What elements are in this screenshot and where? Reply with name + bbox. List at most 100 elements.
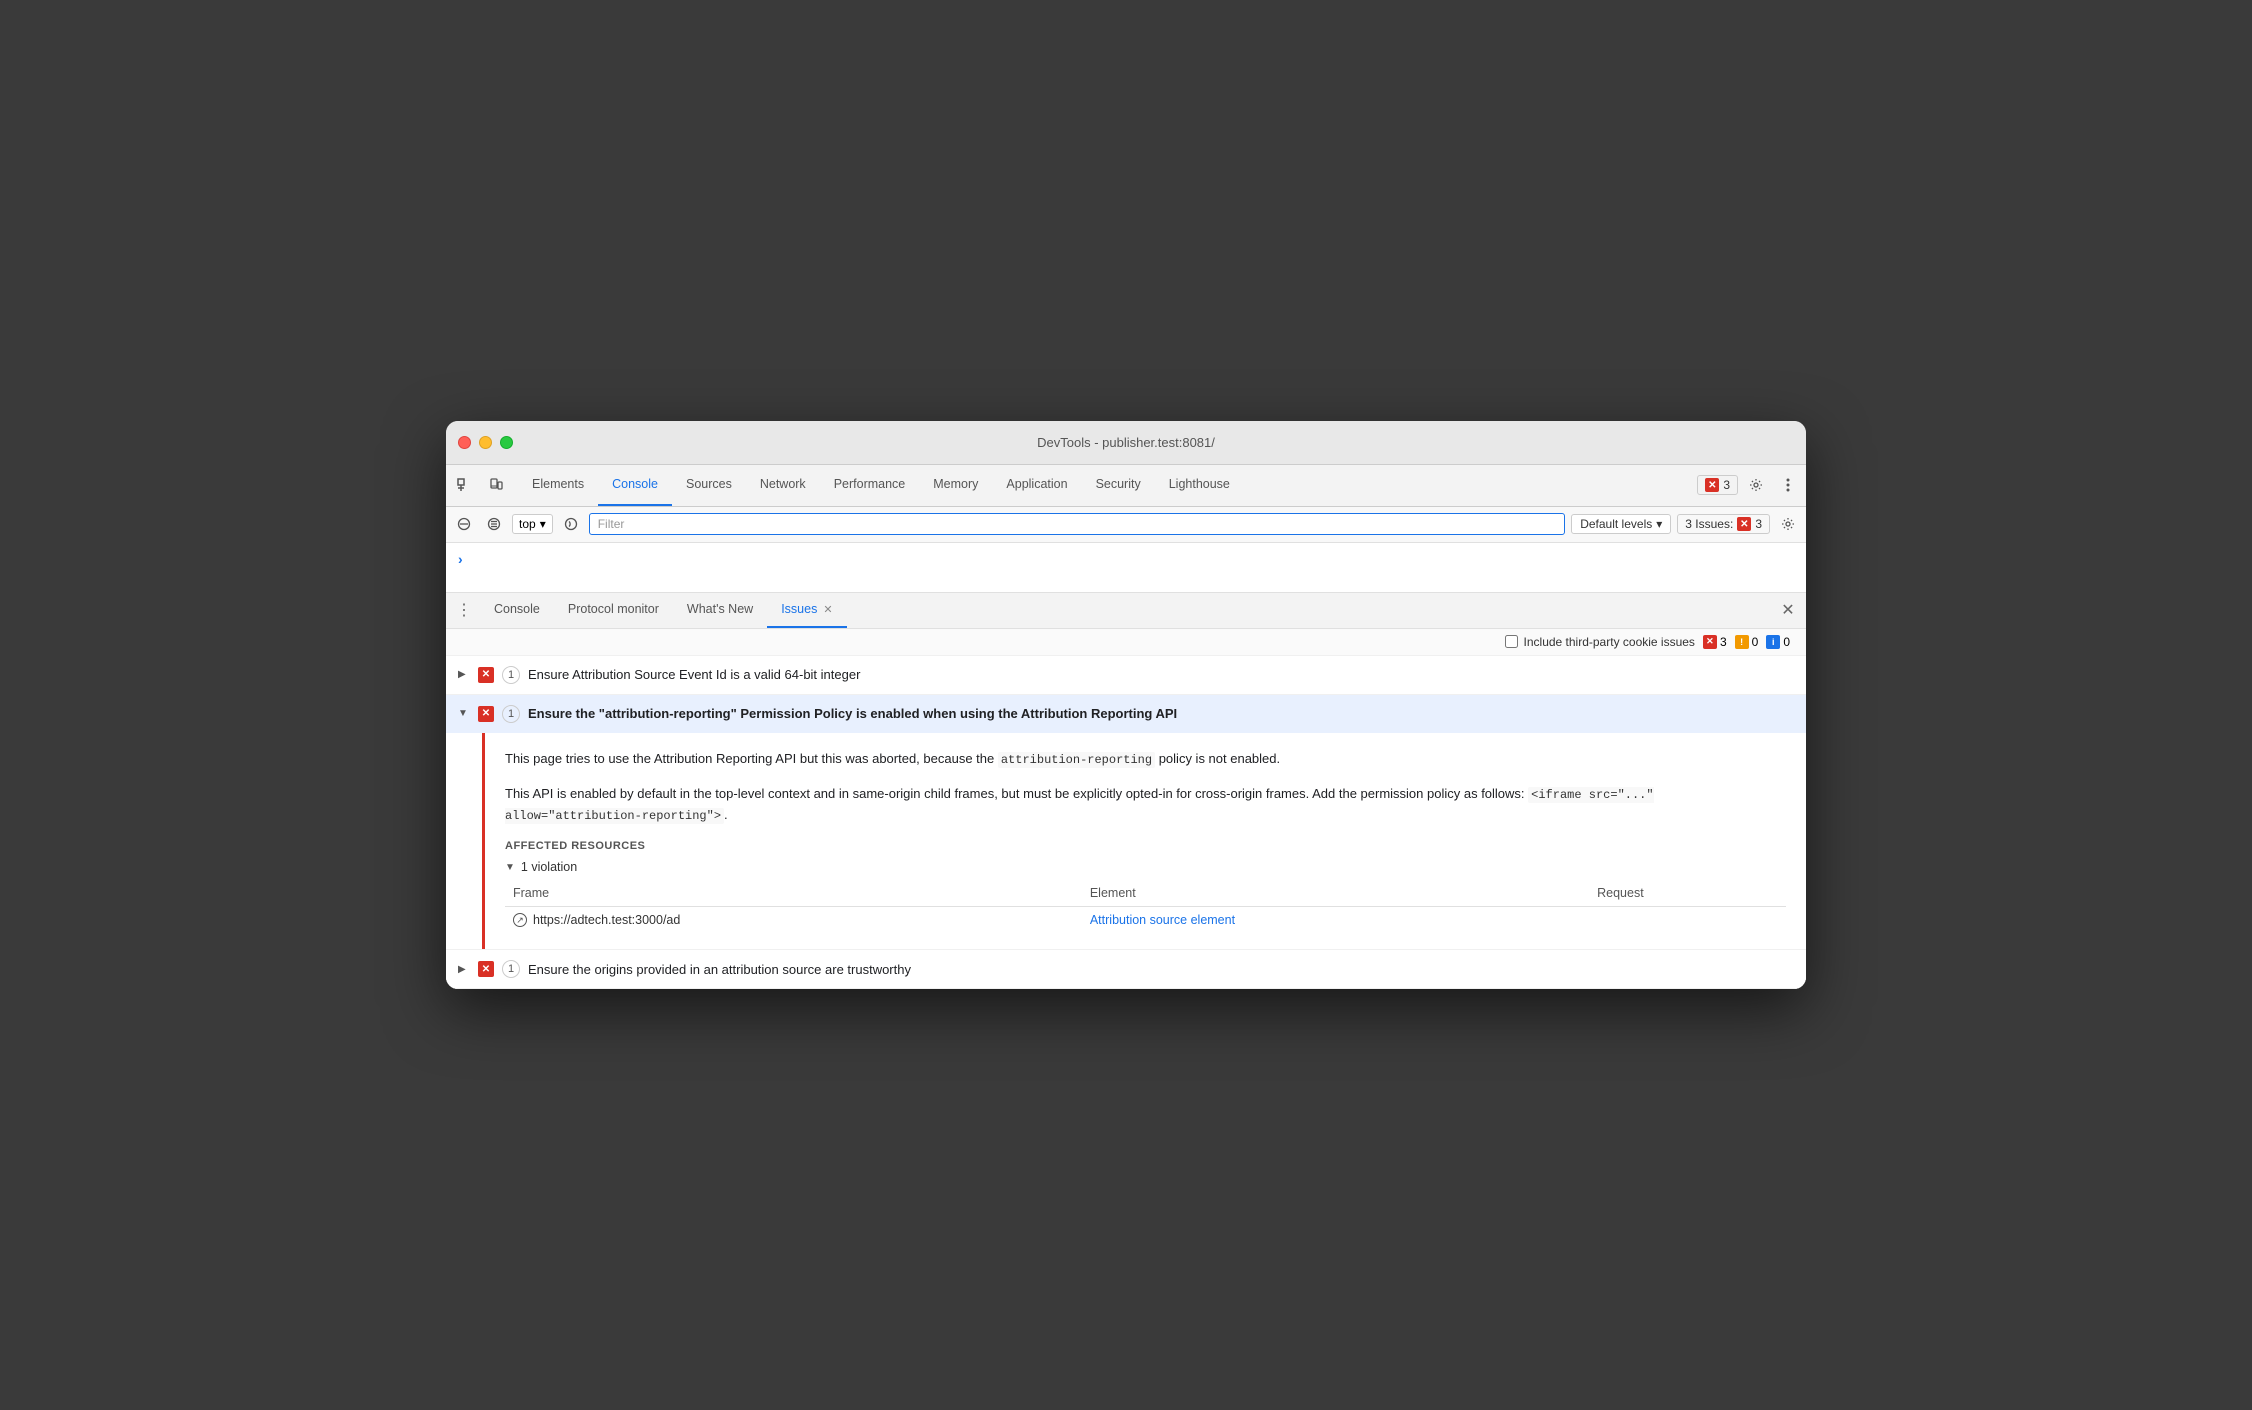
drawer-tab-bar: ⋮ Console Protocol monitor What's New Is… (446, 593, 1806, 629)
col-request: Request (1589, 882, 1786, 907)
info-count: 0 (1783, 635, 1790, 649)
close-drawer-button[interactable]: ✕ (1776, 598, 1800, 622)
issue-header-1[interactable]: ▶ ✕ 1 Ensure Attribution Source Event Id… (446, 656, 1806, 694)
affected-resources-section: AFFECTED RESOURCES ▼ 1 violation Frame E… (505, 840, 1786, 933)
third-party-label-text: Include third-party cookie issues (1524, 635, 1695, 649)
error-badge-icon: ✕ (1705, 478, 1719, 492)
devtools-window: DevTools - publisher.test:8081/ (446, 421, 1806, 990)
tab-performance[interactable]: Performance (820, 465, 920, 506)
issue-count-3: 1 (502, 960, 520, 978)
log-levels-selector[interactable]: Default levels ▾ (1571, 514, 1671, 534)
col-frame: Frame (505, 882, 1082, 907)
issue-error-icon-1: ✕ (478, 667, 494, 683)
issues-settings-button[interactable] (1776, 512, 1800, 536)
issue-detail-2: This page tries to use the Attribution R… (482, 733, 1806, 950)
inspect-element-button[interactable] (450, 471, 478, 499)
tab-application[interactable]: Application (992, 465, 1081, 506)
desc-code-1: attribution-reporting (998, 752, 1155, 768)
issue-error-icon-3: ✕ (478, 961, 494, 977)
expand-arrow-1: ▶ (458, 669, 470, 680)
col-element: Element (1082, 882, 1589, 907)
violation-header[interactable]: ▼ 1 violation (505, 860, 1786, 874)
issue-description-para2: This API is enabled by default in the to… (505, 784, 1786, 826)
desc-text-2b: . (724, 807, 728, 822)
violation-arrow: ▼ (505, 862, 515, 873)
execution-context-selector[interactable]: top ▾ (512, 514, 553, 534)
affected-resources-label: AFFECTED RESOURCES (505, 840, 1786, 852)
drawer-tab-protocol-monitor-label: Protocol monitor (568, 602, 659, 616)
top-tab-bar: Elements Console Sources Network Perform… (446, 465, 1806, 507)
request-cell (1589, 907, 1786, 934)
drawer-tab-console-label: Console (494, 602, 540, 616)
tab-elements[interactable]: Elements (518, 465, 598, 506)
drawer-tab-whats-new[interactable]: What's New (673, 593, 767, 628)
tab-memory[interactable]: Memory (919, 465, 992, 506)
close-button[interactable] (458, 436, 471, 449)
execution-context-value: top (519, 517, 536, 531)
frame-icon: ↗ (513, 913, 527, 927)
drawer-tab-protocol-monitor[interactable]: Protocol monitor (554, 593, 673, 628)
tab-network[interactable]: Network (746, 465, 820, 506)
issue-count-1: 1 (502, 666, 520, 684)
issue-title-2: Ensure the "attribution-reporting" Permi… (528, 706, 1177, 721)
show-sidebar-button[interactable] (559, 512, 583, 536)
drawer-tab-issues-label: Issues (781, 602, 817, 616)
close-issues-tab[interactable]: ✕ (823, 603, 832, 616)
console-output-area: › (446, 543, 1806, 593)
window-title: DevTools - publisher.test:8081/ (1037, 435, 1215, 450)
maximize-button[interactable] (500, 436, 513, 449)
drawer-tab-console[interactable]: Console (480, 593, 554, 628)
third-party-checkbox-label[interactable]: Include third-party cookie issues (1505, 635, 1695, 649)
warning-count: 0 (1752, 635, 1759, 649)
third-party-filter-row: Include third-party cookie issues ✕ 3 ! … (446, 629, 1806, 656)
issue-row-2: ▼ ✕ 1 Ensure the "attribution-reporting"… (446, 695, 1806, 951)
tab-console[interactable]: Console (598, 465, 672, 506)
top-tabs-right-controls: ✕ 3 (1697, 471, 1802, 499)
chevron-down-icon-levels: ▾ (1656, 517, 1662, 531)
expand-arrow-3: ▶ (458, 964, 470, 975)
default-levels-label: Default levels (1580, 517, 1652, 531)
tab-security[interactable]: Security (1082, 465, 1155, 506)
more-options-button[interactable] (1774, 471, 1802, 499)
issue-header-3[interactable]: ▶ ✕ 1 Ensure the origins provided in an … (446, 950, 1806, 988)
minimize-button[interactable] (479, 436, 492, 449)
issue-row-1: ▶ ✕ 1 Ensure Attribution Source Event Id… (446, 656, 1806, 695)
expand-arrow-2: ▼ (458, 708, 470, 719)
clear-console-button[interactable] (452, 512, 476, 536)
issue-count-2: 1 (502, 705, 520, 723)
issue-error-icon-2: ✕ (478, 706, 494, 722)
error-count-badge: ✕ 3 (1703, 635, 1727, 649)
issue-count-badges: ✕ 3 ! 0 i 0 (1703, 635, 1790, 649)
toggle-filter-button[interactable] (482, 512, 506, 536)
device-toggle-button[interactable] (482, 471, 510, 499)
third-party-checkbox[interactable] (1505, 635, 1518, 648)
warning-badge: ! (1735, 635, 1749, 649)
desc-text-2a: This API is enabled by default in the to… (505, 786, 1528, 801)
attribution-source-link[interactable]: Attribution source element (1090, 913, 1235, 927)
error-count: 3 (1720, 635, 1727, 649)
frame-url: ↗ https://adtech.test:3000/ad (513, 913, 1074, 927)
violation-table: Frame Element Request (505, 882, 1786, 933)
tab-sources[interactable]: Sources (672, 465, 746, 506)
violation-count-label: 1 violation (521, 860, 577, 874)
issue-title-1: Ensure Attribution Source Event Id is a … (528, 667, 860, 682)
settings-button[interactable] (1742, 471, 1770, 499)
toolbar-right: Default levels ▾ 3 Issues: ✕ 3 (1571, 512, 1800, 536)
chevron-down-icon: ▾ (540, 517, 546, 531)
title-bar: DevTools - publisher.test:8081/ (446, 421, 1806, 465)
filter-input[interactable] (589, 513, 1565, 535)
element-cell: Attribution source element (1082, 907, 1589, 934)
drawer-menu-button[interactable]: ⋮ (452, 598, 476, 622)
error-badge: ✕ (1703, 635, 1717, 649)
issue-title-3: Ensure the origins provided in an attrib… (528, 962, 911, 977)
issues-count: 3 (1723, 478, 1730, 492)
console-prompt: › (458, 551, 463, 567)
drawer-tab-issues[interactable]: Issues ✕ (767, 593, 846, 628)
issues-toolbar-badge[interactable]: 3 Issues: ✕ 3 (1677, 514, 1770, 534)
issues-counter-button[interactable]: ✕ 3 (1697, 475, 1738, 495)
bottom-drawer: ⋮ Console Protocol monitor What's New Is… (446, 593, 1806, 990)
warning-count-badge: ! 0 (1735, 635, 1759, 649)
issue-header-2[interactable]: ▼ ✕ 1 Ensure the "attribution-reporting"… (446, 695, 1806, 733)
info-count-badge: i 0 (1766, 635, 1790, 649)
tab-lighthouse[interactable]: Lighthouse (1155, 465, 1244, 506)
